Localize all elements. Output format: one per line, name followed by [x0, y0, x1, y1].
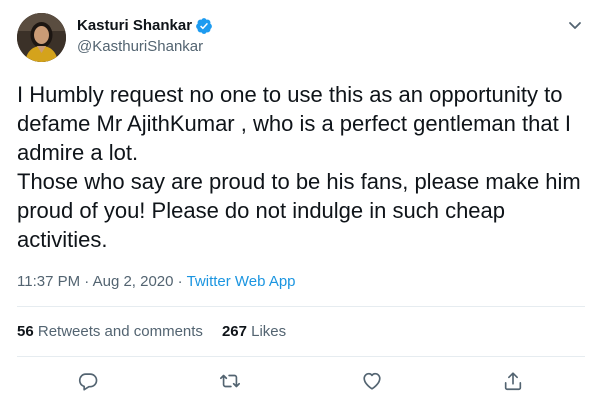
retweets-stat[interactable]: 56 Retweets and comments [17, 323, 203, 341]
reply-icon[interactable] [77, 370, 99, 392]
display-name[interactable]: Kasturi Shankar [77, 17, 192, 35]
avatar-image [17, 13, 66, 62]
tweet-timestamp[interactable]: 11:37 PM · Aug 2, 2020 · [17, 273, 187, 290]
share-icon[interactable] [502, 370, 524, 392]
engagement-stats: 56 Retweets and comments 267 Likes [17, 323, 286, 341]
tweet-text-line-1: I Humbly request no one to use this as a… [17, 82, 571, 165]
tweet-metadata: 11:37 PM · Aug 2, 2020 · Twitter Web App [17, 273, 296, 291]
retweets-count: 56 [17, 323, 34, 340]
tweet-text-line-2: Those who say are proud to be his fans, … [17, 169, 581, 252]
tweet-text: I Humbly request no one to use this as a… [17, 80, 587, 254]
divider [17, 356, 585, 357]
likes-count: 267 [221, 323, 247, 340]
avatar[interactable] [17, 13, 66, 62]
user-handle[interactable]: @KasthuriShankar [77, 38, 203, 56]
retweets-label: Retweets and comments [33, 323, 203, 340]
likes-label: Likes [246, 323, 287, 340]
tweet-card: Kasturi Shankar @KasthuriShankar I Humbl… [0, 0, 596, 406]
verified-badge-icon [195, 17, 213, 35]
divider [17, 306, 585, 307]
retweet-icon[interactable] [219, 370, 241, 392]
likes-stat[interactable]: 267 Likes [222, 323, 286, 341]
chevron-down-icon[interactable] [566, 16, 584, 34]
heart-icon[interactable] [361, 370, 383, 392]
tweet-source-link[interactable]: Twitter Web App [187, 273, 296, 290]
action-bar [0, 370, 596, 394]
author-name-row[interactable]: Kasturi Shankar [77, 17, 213, 35]
